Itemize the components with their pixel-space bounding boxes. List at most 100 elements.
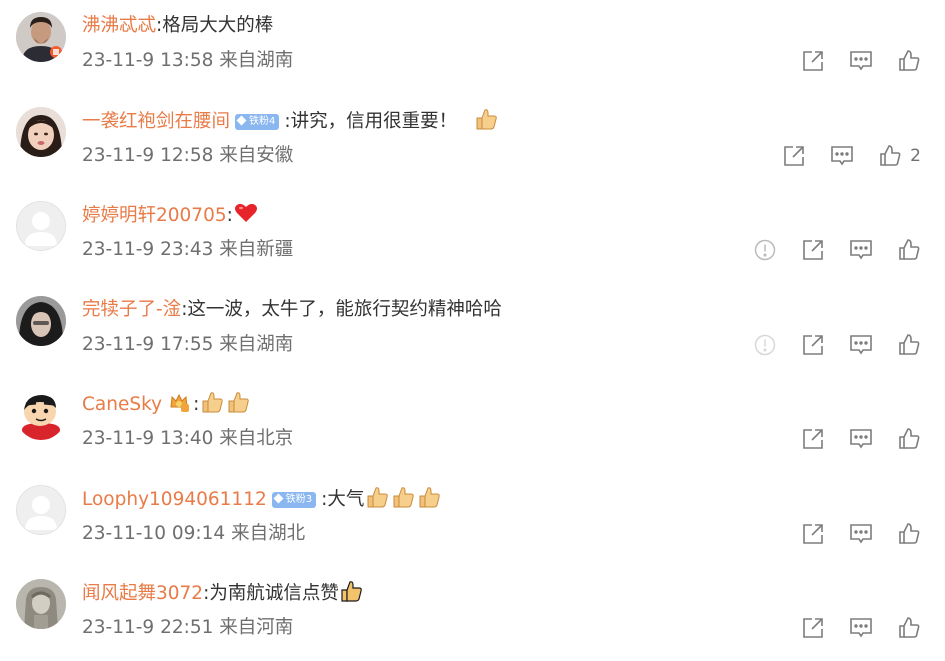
like-button[interactable] <box>897 427 921 451</box>
share-icon <box>803 51 823 71</box>
comment-button[interactable] <box>849 427 873 451</box>
avatar[interactable] <box>16 579 66 629</box>
thumbs-up-emoji <box>202 392 224 413</box>
comment-body: 沸沸忒忒:格局大大的棒 <box>82 15 274 36</box>
comment-button[interactable] <box>830 144 854 168</box>
comment-location: 来自安徽 <box>219 145 294 166</box>
diamond-icon <box>273 493 284 504</box>
like-button[interactable] <box>897 522 921 546</box>
comment-item: 闻风起舞3072:为南航诚信点赞 23-11-9 22:51 来自河南 <box>0 567 945 661</box>
comment-text: 大气 <box>327 489 365 510</box>
vip-crown-icon <box>170 393 190 412</box>
comment-body: Loophy1094061112 铁粉3:大气 <box>82 485 442 514</box>
thumbs-up-icon <box>899 50 920 71</box>
comment-meta: 23-11-9 13:58 来自湖南 <box>82 47 293 75</box>
comment-icon <box>850 618 872 638</box>
thumbs-up-icon <box>899 334 920 355</box>
like-button[interactable] <box>897 238 921 262</box>
comment-body: 婷婷明轩200705: <box>82 201 259 230</box>
username-link[interactable]: 婷婷明轩200705 <box>82 205 227 226</box>
action-bar <box>801 616 921 640</box>
avatar[interactable] <box>16 201 66 251</box>
share-button[interactable] <box>801 616 825 640</box>
username-link[interactable]: 沸沸忒忒 <box>82 15 156 36</box>
thumbs-up-emoji <box>393 487 415 508</box>
comment-item: Loophy1094061112 铁粉3:大气 23-11-10 09:14 来自… <box>0 473 945 567</box>
comment-icon <box>850 335 872 355</box>
comment-meta: 23-11-9 13:40 来自北京 <box>82 425 293 453</box>
avatar[interactable] <box>16 107 66 157</box>
comment-button[interactable] <box>849 522 873 546</box>
avatar[interactable] <box>16 485 66 535</box>
share-icon <box>803 618 823 638</box>
fan-badge[interactable]: 铁粉4 <box>235 114 280 130</box>
username-link[interactable]: 闻风起舞3072 <box>82 583 203 604</box>
comment-icon <box>831 146 853 166</box>
comment-item: 沸沸忒忒:格局大大的棒 23-11-9 13:58 来自湖南 <box>0 0 945 94</box>
comment-meta: 23-11-9 12:58 来自安徽 <box>82 142 293 170</box>
thumbs-up-icon <box>899 428 920 449</box>
thumbs-up-emoji <box>367 487 389 508</box>
comment-time: 23-11-10 09:14 <box>82 523 226 544</box>
comment-location: 来自河南 <box>219 617 294 638</box>
like-button[interactable] <box>897 333 921 357</box>
comment-item: 婷婷明轩200705: 23-11-9 23:43 来自新疆 <box>0 189 945 283</box>
comment-icon <box>850 524 872 544</box>
report-icon <box>754 239 776 261</box>
username-link[interactable]: Loophy1094061112 <box>82 489 267 510</box>
share-button[interactable] <box>801 522 825 546</box>
share-button[interactable] <box>801 333 825 357</box>
diamond-icon <box>236 115 247 126</box>
thumbs-up-icon <box>899 523 920 544</box>
comment-meta: 23-11-9 22:51 来自河南 <box>82 614 293 642</box>
thumbs-up-emoji <box>476 109 497 130</box>
avatar[interactable] <box>16 12 66 62</box>
share-button[interactable] <box>801 49 825 73</box>
comment-meta: 23-11-9 17:55 来自湖南 <box>82 331 293 359</box>
comment-item: CaneSky: 23-11-9 13:40 来自北京 <box>0 378 945 472</box>
thumbs-up-icon <box>880 145 901 166</box>
share-icon <box>803 524 823 544</box>
thumbs-up-icon <box>899 617 920 638</box>
like-button[interactable]: 2 <box>878 144 921 168</box>
comment-button[interactable] <box>849 49 873 73</box>
comment-text: 讲究，信用很重要！ <box>290 111 458 132</box>
username-link[interactable]: CaneSky <box>82 394 162 415</box>
share-button[interactable] <box>782 144 806 168</box>
username-link[interactable]: 完犊子了-淦 <box>82 299 181 320</box>
like-button[interactable] <box>897 49 921 73</box>
share-icon <box>803 429 823 449</box>
avatar[interactable] <box>16 296 66 346</box>
like-button[interactable] <box>897 616 921 640</box>
thumbs-up-emoji <box>419 487 441 508</box>
avatar[interactable] <box>16 390 66 440</box>
username-link[interactable]: 一袭红袍剑在腰间 <box>82 111 230 132</box>
report-button[interactable] <box>753 333 777 357</box>
action-bar <box>753 333 921 357</box>
share-button[interactable] <box>801 238 825 262</box>
comment-text: 格局大大的棒 <box>162 15 274 36</box>
comment-time: 23-11-9 22:51 <box>82 617 214 638</box>
action-bar <box>753 238 921 262</box>
comment-button[interactable] <box>849 333 873 357</box>
heart-emoji <box>234 203 257 222</box>
comment-item: 完犊子了-淦:这一波，太牛了，能旅行契约精神哈哈 23-11-9 17:55 来… <box>0 284 945 378</box>
comment-location: 来自新疆 <box>219 239 294 260</box>
comment-body: 闻风起舞3072:为南航诚信点赞 <box>82 579 363 608</box>
comment-button[interactable] <box>849 238 873 262</box>
comment-icon <box>850 51 872 71</box>
share-icon <box>784 146 804 166</box>
comment-meta: 23-11-10 09:14 来自湖北 <box>82 520 305 548</box>
action-bar: 2 <box>782 144 921 168</box>
report-button[interactable] <box>753 238 777 262</box>
action-bar <box>801 49 921 73</box>
share-button[interactable] <box>801 427 825 451</box>
comment-time: 23-11-9 17:55 <box>82 334 214 355</box>
report-icon <box>754 334 776 356</box>
comment-time: 23-11-9 13:58 <box>82 50 214 71</box>
fan-badge[interactable]: 铁粉3 <box>271 492 317 508</box>
comment-button[interactable] <box>849 616 873 640</box>
comment-item: 一袭红袍剑在腰间 铁粉4:讲究，信用很重要！ 23-11-9 12:58 来自安徽… <box>0 95 945 189</box>
like-count: 2 <box>910 146 921 166</box>
comment-location: 来自北京 <box>219 428 294 449</box>
